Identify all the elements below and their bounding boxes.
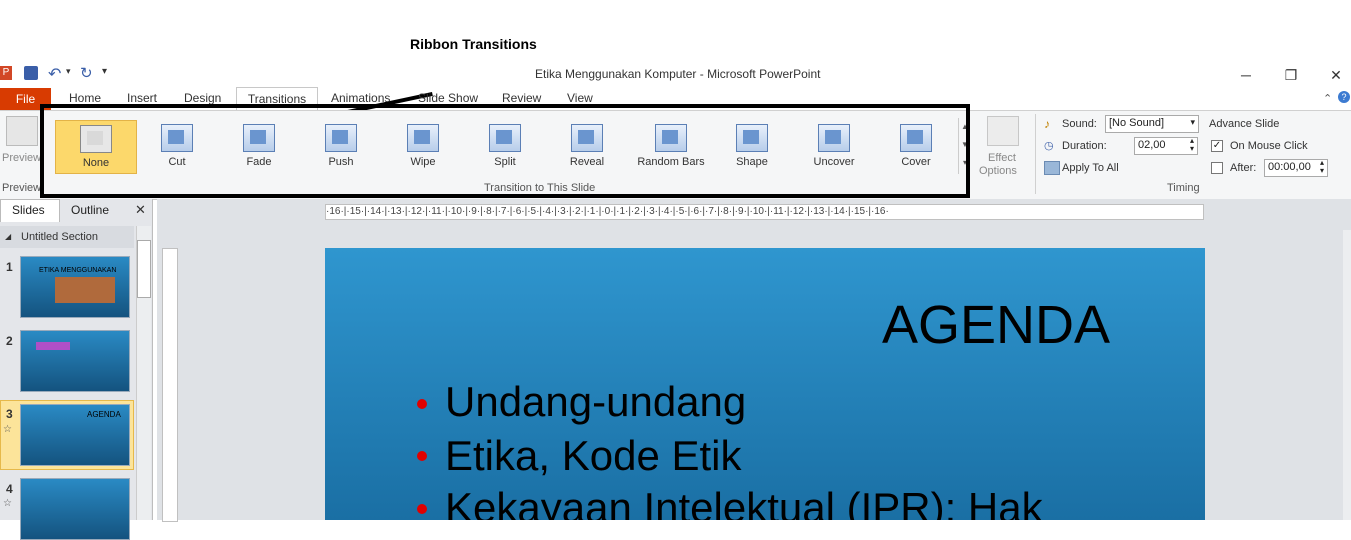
tab-slide-show[interactable]: Slide Show xyxy=(418,91,478,105)
duration-value: 02,00 xyxy=(1138,139,1166,151)
thumb-title: ETIKA MENGGUNAKAN xyxy=(39,267,117,274)
tab-slides[interactable]: Slides xyxy=(12,203,45,217)
apply-to-all-button[interactable]: Apply To All xyxy=(1062,162,1119,174)
annotation-highlight-box xyxy=(40,104,970,198)
on-mouse-click-checkbox[interactable]: ✓ xyxy=(1211,140,1223,152)
tab-insert[interactable]: Insert xyxy=(127,91,157,105)
bullet-text[interactable]: Undang-undang xyxy=(445,378,746,426)
bullet-icon xyxy=(417,451,427,461)
slide-number: 1 xyxy=(6,260,13,274)
thumb-box xyxy=(36,342,70,350)
tab-outline[interactable]: Outline xyxy=(71,203,109,217)
slide-thumbnail[interactable]: ETIKA MENGGUNAKAN xyxy=(20,256,130,318)
after-checkbox[interactable] xyxy=(1211,162,1223,174)
book-image xyxy=(55,277,115,303)
slide-title[interactable]: AGENDA xyxy=(882,294,1110,356)
sound-select[interactable]: [No Sound] ▾ xyxy=(1105,115,1199,133)
effect-options-label-2[interactable]: Options xyxy=(979,165,1017,177)
apply-all-icon xyxy=(1044,161,1060,175)
after-value: 00:00,00 xyxy=(1268,161,1311,173)
advance-slide-label: Advance Slide xyxy=(1209,118,1280,130)
transition-star-icon: ☆ xyxy=(3,424,12,435)
slide-thumbnail[interactable] xyxy=(20,330,130,392)
annotation-label: Ribbon Transitions xyxy=(410,36,537,52)
slide-number: 3 xyxy=(6,407,13,421)
after-input[interactable]: 00:00,00 ▴ ▾ xyxy=(1264,159,1328,177)
horizontal-ruler: ·16·|·15·|·14·|·13·|·12·|·11·|·10·|·9·|·… xyxy=(325,204,1204,220)
bullet-text[interactable]: Kekayaan Intelektual (IPR): Hak xyxy=(445,484,1043,520)
tab-review[interactable]: Review xyxy=(502,91,541,105)
duration-input[interactable]: 02,00 ▴ ▾ xyxy=(1134,137,1198,155)
spinner-icon[interactable]: ▴ ▾ xyxy=(1320,159,1324,175)
clock-icon: ◷ xyxy=(1044,140,1054,152)
slide-thumbnail-selected[interactable]: AGENDA xyxy=(20,404,130,466)
tab-design[interactable]: Design xyxy=(184,91,221,105)
bullet-icon xyxy=(417,504,427,514)
restore-button[interactable]: ❐ xyxy=(1277,64,1305,86)
group-divider xyxy=(1035,114,1036,194)
effect-options-icon[interactable] xyxy=(987,116,1019,146)
undo-dropdown-icon[interactable]: ▾ xyxy=(66,66,71,77)
section-name: Untitled Section xyxy=(21,231,99,243)
window-title: Etika Menggunakan Komputer - Microsoft P… xyxy=(535,67,821,81)
vertical-ruler xyxy=(162,248,178,522)
tab-view[interactable]: View xyxy=(567,91,593,105)
close-pane-icon[interactable]: ✕ xyxy=(135,202,146,218)
save-icon[interactable] xyxy=(24,66,38,80)
tab-home[interactable]: Home xyxy=(69,91,101,105)
customize-qat-icon[interactable]: ▾ xyxy=(102,66,107,77)
workspace-scrollbar[interactable] xyxy=(1343,230,1351,520)
minimize-button[interactable]: ─ xyxy=(1232,64,1260,86)
minimize-ribbon-icon[interactable]: ⌃ xyxy=(1323,92,1332,105)
sound-label: Sound: xyxy=(1062,118,1097,130)
slide-thumbnail[interactable] xyxy=(20,478,130,540)
thumb-title: AGENDA xyxy=(87,410,121,419)
effect-options-label-1[interactable]: Effect xyxy=(988,152,1016,164)
scrollbar-thumb[interactable] xyxy=(137,240,151,298)
transition-star-icon: ☆ xyxy=(3,498,12,509)
tab-animations[interactable]: Animations xyxy=(331,91,390,105)
sound-icon: ♪ xyxy=(1044,117,1050,131)
collapse-section-icon[interactable]: ◢ xyxy=(5,232,11,241)
help-icon[interactable]: ? xyxy=(1338,91,1350,103)
spinner-icon[interactable]: ▴ ▾ xyxy=(1190,137,1194,153)
powerpoint-logo-icon: P xyxy=(0,66,12,80)
preview-group-label: Preview xyxy=(2,182,42,194)
bullet-text[interactable]: Etika, Kode Etik xyxy=(445,432,741,480)
slide-number: 4 xyxy=(6,482,13,496)
duration-label: Duration: xyxy=(1062,140,1107,152)
timing-group-label: Timing xyxy=(1167,182,1200,194)
preview-icon[interactable] xyxy=(6,116,38,146)
undo-icon[interactable]: ↶ xyxy=(48,64,61,84)
chevron-down-icon: ▾ xyxy=(1190,117,1195,127)
redo-icon[interactable]: ↻ xyxy=(80,64,93,82)
bullet-icon xyxy=(417,399,427,409)
slide-canvas[interactable]: AGENDA Undang-undang Etika, Kode Etik Ke… xyxy=(325,248,1205,520)
close-button[interactable]: ✕ xyxy=(1322,64,1350,86)
sound-value: [No Sound] xyxy=(1109,117,1165,129)
slide-number: 2 xyxy=(6,334,13,348)
on-mouse-click-label: On Mouse Click xyxy=(1230,140,1308,152)
preview-button-label[interactable]: Preview xyxy=(2,152,41,164)
after-label: After: xyxy=(1230,162,1257,174)
